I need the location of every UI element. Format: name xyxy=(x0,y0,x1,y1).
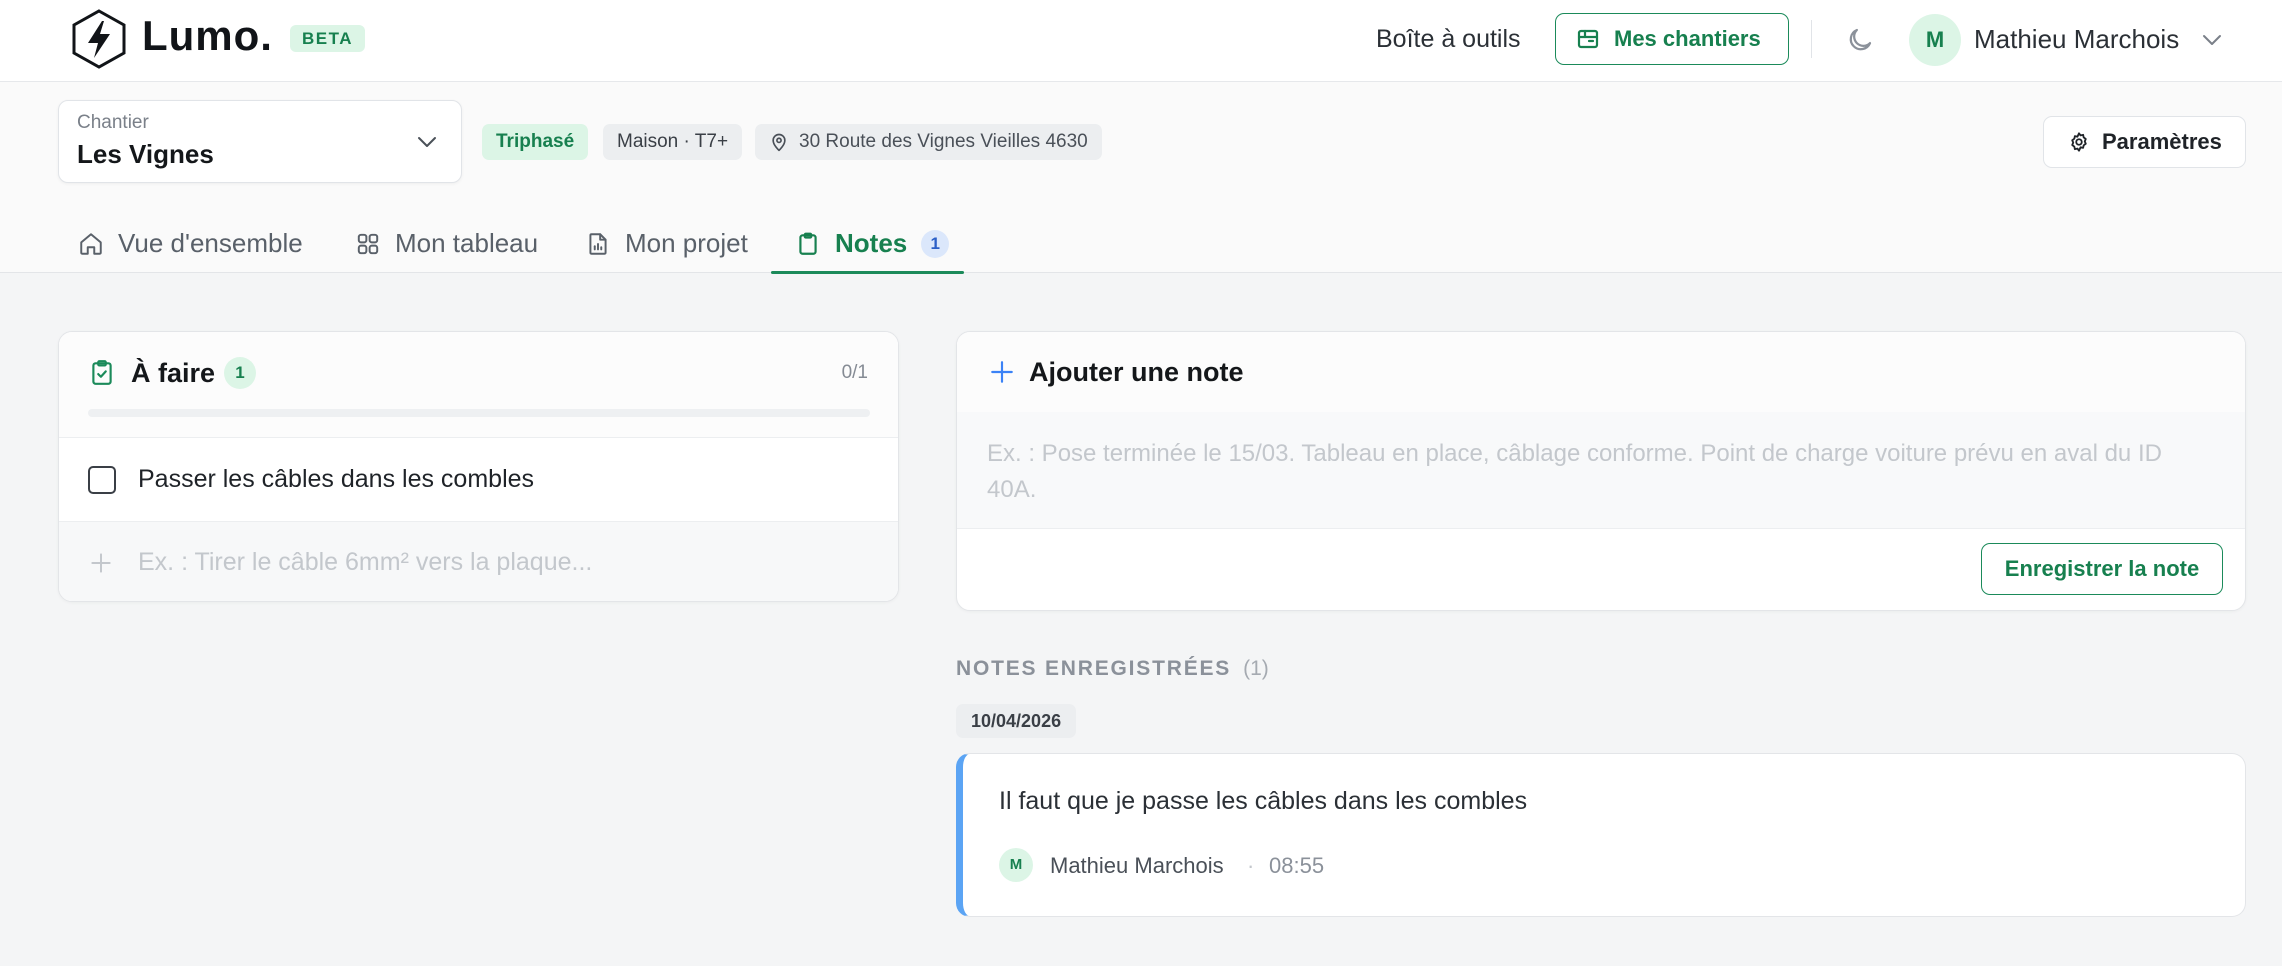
saved-notes-heading: NOTES ENREGISTRÉES (1) xyxy=(956,655,1269,683)
note-author: Mathieu Marchois xyxy=(1050,853,1224,878)
plus-icon[interactable] xyxy=(88,550,114,576)
note-textarea[interactable] xyxy=(957,412,2245,529)
add-note-card: Ajouter une note Enregistrer la note xyxy=(956,331,2246,611)
top-bar: Lumo. BETA Boîte à outils Mes chantiers … xyxy=(0,0,2282,82)
gear-icon xyxy=(2068,131,2090,153)
chevron-down-icon[interactable] xyxy=(2200,30,2224,50)
site-selector-value: Les Vignes xyxy=(77,139,214,169)
tab-overview-label: Vue d'ensemble xyxy=(118,228,303,258)
my-sites-label: Mes chantiers xyxy=(1614,26,1761,51)
map-pin-icon xyxy=(769,132,789,152)
address-tag: 30 Route des Vignes Vieilles 4630 xyxy=(755,124,1102,160)
settings-button[interactable]: Paramètres xyxy=(2043,116,2246,168)
tab-notes-label: Notes xyxy=(835,228,908,258)
tab-my-project[interactable]: Mon projet xyxy=(585,214,748,273)
saved-notes-title: NOTES ENREGISTRÉES xyxy=(956,657,1232,680)
site-selector[interactable]: Chantier Les Vignes xyxy=(58,100,462,183)
chevron-down-icon xyxy=(415,132,439,152)
saved-note-text: Il faut que je passe les câbles dans les… xyxy=(999,787,1528,815)
note-meta-separator: · xyxy=(1247,853,1255,878)
beta-badge: BETA xyxy=(290,25,366,52)
address-text: 30 Route des Vignes Vieilles 4630 xyxy=(799,131,1088,152)
notes-count-badge: 1 xyxy=(921,229,950,258)
clipboard-check-icon xyxy=(89,359,115,387)
todo-count-badge: 1 xyxy=(224,357,256,389)
todo-add-input[interactable] xyxy=(138,542,858,582)
tab-my-board[interactable]: Mon tableau xyxy=(355,214,538,273)
brand-name[interactable]: Lumo. xyxy=(142,10,273,62)
home-icon xyxy=(78,231,104,257)
user-name[interactable]: Mathieu Marchois xyxy=(1974,22,2179,56)
saved-notes-count: (1) xyxy=(1243,657,1269,680)
grid-icon xyxy=(355,231,381,257)
add-note-title: Ajouter une note xyxy=(1029,357,1244,387)
todo-title: À faire xyxy=(131,358,216,388)
user-avatar[interactable]: M xyxy=(1909,14,1961,66)
site-selector-label: Chantier xyxy=(77,112,149,133)
todo-progress-label: 0/1 xyxy=(841,362,868,383)
add-note-header: Ajouter une note xyxy=(957,332,2245,412)
header-divider xyxy=(1811,20,1812,58)
plus-icon xyxy=(989,359,1015,385)
note-date-chip: 10/04/2026 xyxy=(956,704,1077,738)
list-item[interactable]: Passer les câbles dans les combles xyxy=(59,438,898,522)
moon-icon[interactable] xyxy=(1845,25,1875,55)
site-header: Chantier Les Vignes Triphasé Maison · T7… xyxy=(0,82,2282,274)
todo-checkbox[interactable] xyxy=(88,466,116,494)
tab-overview[interactable]: Vue d'ensemble xyxy=(78,214,303,273)
todo-add-row xyxy=(59,522,898,601)
toolbox-link[interactable]: Boîte à outils xyxy=(1376,22,1521,56)
todo-item-label[interactable]: Passer les câbles dans les combles xyxy=(138,462,534,496)
todo-card: À faire 1 0/1 Passer les câbles dans les… xyxy=(58,331,899,602)
clipboard-icon xyxy=(795,231,821,257)
document-icon xyxy=(585,231,611,257)
settings-label: Paramètres xyxy=(2102,129,2222,154)
save-note-button[interactable]: Enregistrer la note xyxy=(1981,543,2223,595)
todo-header: À faire 1 0/1 xyxy=(59,332,898,438)
tab-my-board-label: Mon tableau xyxy=(395,228,539,258)
tab-notes[interactable]: Notes 1 xyxy=(771,214,964,274)
note-time: 08:55 xyxy=(1269,853,1325,878)
avatar: M xyxy=(999,848,1033,882)
phase-tag: Triphasé xyxy=(482,124,589,160)
my-sites-button[interactable]: Mes chantiers xyxy=(1555,13,1789,65)
house-type-tag: Maison · T7+ xyxy=(603,124,743,160)
folder-icon xyxy=(1576,27,1600,51)
saved-note-card[interactable]: Il faut que je passe les câbles dans les… xyxy=(956,753,2246,917)
lumo-logo-icon[interactable] xyxy=(70,8,128,70)
todo-progress-bar xyxy=(88,409,870,417)
tab-my-project-label: Mon projet xyxy=(625,228,748,258)
